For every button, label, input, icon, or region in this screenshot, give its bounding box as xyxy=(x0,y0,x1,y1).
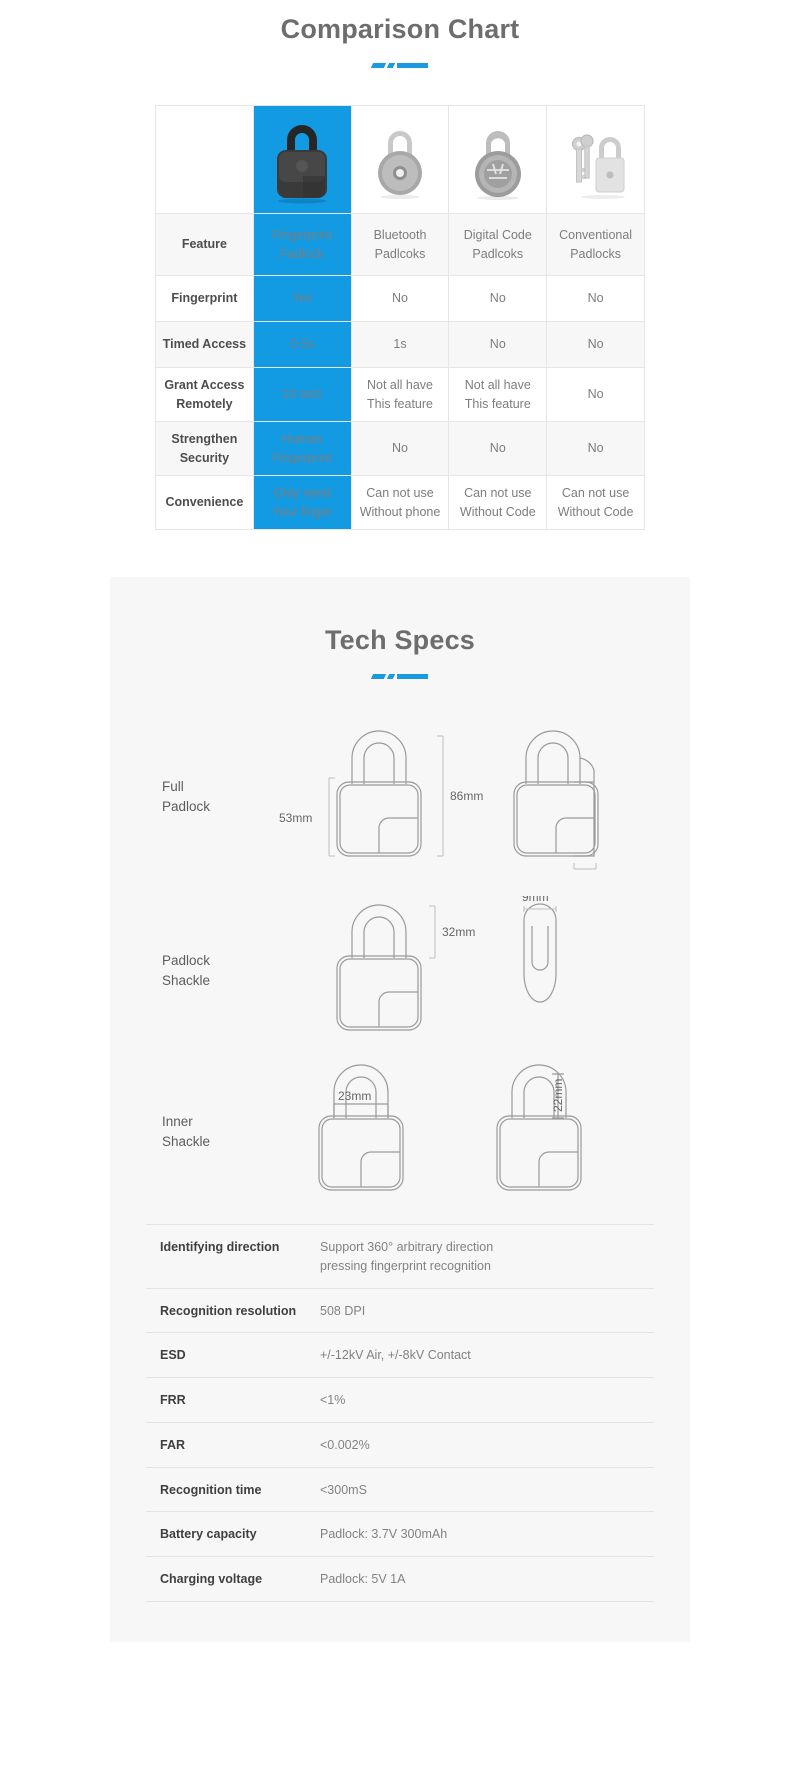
column-header-bluetooth-padlcoks: Bluetooth Padlcoks xyxy=(350,213,450,276)
table-row: Fingerprint Yes No No No xyxy=(155,275,645,322)
spec-value-recognition-time: <300mS xyxy=(320,1482,367,1497)
cell-grant-access-fadlock: 10 sets xyxy=(252,367,352,422)
cell-convenience-conventional: Can not use Without Code xyxy=(546,475,645,530)
comparison-table: Feature Fingerprint Fadlock Bluetooth Pa… xyxy=(155,105,645,530)
column-header-fingerprint-fadlock: Fingerprint Fadlock xyxy=(252,213,352,276)
measure-width-53mm: 53mm xyxy=(279,811,312,825)
column-header-feature: Feature xyxy=(155,213,254,276)
cell-fingerprint-digital: No xyxy=(448,275,548,322)
spec-value-esd: +/-12kV Air, +/-8kV Contact xyxy=(320,1348,471,1363)
list-item: Recognition time <300mS xyxy=(146,1466,654,1512)
cell-fingerprint-bluetooth: No xyxy=(350,275,450,322)
cell-grant-access-conventional: No xyxy=(546,367,645,422)
row-label-strengthen-security: Strengthen Security xyxy=(155,421,254,476)
spec-key-recognition-time: Recognition time xyxy=(160,1482,262,1497)
fingerprint-padlock-icon-cell xyxy=(252,105,352,214)
dimension-padlock-shackle: Padlock Shackle 32mm 9mm xyxy=(110,896,690,1046)
tech-specs-underline-decoration xyxy=(370,673,428,680)
table-row: Grant Access Remotely 10 sets Not all ha… xyxy=(155,367,645,422)
cell-timed-access-digital: No xyxy=(448,321,548,368)
list-item: ESD +/-12kV Air, +/-8kV Contact xyxy=(146,1332,654,1377)
spec-value-battery-capacity: Padlock: 3.7V 300mAh xyxy=(320,1527,448,1542)
full-padlock-diagram: 86mm 53mm xyxy=(279,730,599,870)
dimension-full-padlock: Full Padlock 86mm 53mm xyxy=(110,722,690,872)
comparison-title: Comparison Chart xyxy=(280,14,520,44)
spec-key-far: FAR xyxy=(160,1437,185,1452)
empty-corner-cell xyxy=(155,105,254,214)
spec-key-battery-capacity: Battery capacity xyxy=(160,1527,257,1542)
spec-value-far: <0.002% xyxy=(320,1437,370,1452)
measure-height-86mm: 86mm xyxy=(450,789,483,803)
cell-grant-access-digital: Not all have This feature xyxy=(448,367,548,422)
measure-shackle-diameter-9mm: 9mm xyxy=(522,896,549,904)
cell-convenience-fadlock: Only need Your finger xyxy=(252,475,352,530)
spec-value-recognition-resolution: 508 DPI xyxy=(320,1303,366,1318)
cell-strengthen-security-conventional: No xyxy=(546,421,645,476)
spec-key-identifying-direction: Identifying direction xyxy=(160,1240,280,1254)
cell-strengthen-security-digital: No xyxy=(448,421,548,476)
cell-fingerprint-conventional: No xyxy=(546,275,645,322)
list-item: Battery capacity Padlock: 3.7V 300mAh xyxy=(146,1511,654,1556)
specifications-list: Identifying direction Support 360° arbit… xyxy=(146,1224,654,1602)
inner-shackle-diagram: 23mm 22mm xyxy=(318,1064,582,1191)
spec-key-frr: FRR xyxy=(160,1393,186,1407)
padlock-shackle-diagram: 32mm 9mm xyxy=(336,896,557,1031)
cell-strengthen-security-bluetooth: No xyxy=(350,421,450,476)
table-row: Convenience Only need Your finger Can no… xyxy=(155,475,645,530)
spec-key-esd: ESD xyxy=(160,1348,186,1363)
list-item: Recognition resolution 508 DPI xyxy=(146,1287,654,1333)
tech-specs-section: Tech Specs Full Padlock 86mm 53mm Padloc… xyxy=(110,577,690,1642)
column-header-digital-code-padlcoks: Digital Code Padlcoks xyxy=(448,213,548,276)
row-label-timed-access: Timed Access xyxy=(155,321,254,368)
table-row: Timed Access 0.5s 1s No No xyxy=(155,321,645,368)
list-item: FAR <0.002% xyxy=(146,1421,654,1467)
cell-strengthen-security-fadlock: Human Fingerprint xyxy=(252,421,352,476)
row-label-fingerprint: Fingerprint xyxy=(155,275,254,322)
measure-shackle-height-32mm: 32mm xyxy=(442,925,475,939)
dimension-inner-shackle: Inner Shackle 23mm 22mm xyxy=(110,1062,690,1202)
cell-fingerprint-fadlock: Yes xyxy=(252,275,352,322)
table-row: Strengthen Security Human Fingerprint No… xyxy=(155,421,645,476)
cell-timed-access-conventional: No xyxy=(546,321,645,368)
title-underline-decoration xyxy=(370,62,428,69)
bluetooth-padlock-icon xyxy=(377,130,422,199)
conventional-padlock-keys-icon-cell xyxy=(546,105,645,214)
row-label-convenience: Convenience xyxy=(155,475,254,530)
measure-inner-height-22mm: 22mm xyxy=(551,1079,565,1112)
spec-key-charging-voltage: Charging voltage xyxy=(160,1572,263,1586)
comparison-chart-section: Comparison Chart Feature Fingerprint Fad… xyxy=(0,0,800,530)
measure-inner-width-23mm: 23mm xyxy=(338,1089,371,1103)
spec-value-identifying-direction: Support 360° arbitrary direction pressin… xyxy=(320,1240,494,1273)
dimension-label-padlock-shackle: Padlock Shackle xyxy=(162,952,211,988)
spec-value-frr: <1% xyxy=(320,1393,346,1407)
list-item: Identifying direction Support 360° arbit… xyxy=(146,1224,654,1288)
row-label-grant-access-remotely: Grant Access Remotely xyxy=(155,367,254,422)
list-item: Charging voltage Padlock: 5V 1A xyxy=(146,1556,654,1602)
dimension-label-full-padlock: Full Padlock xyxy=(162,778,211,814)
spec-value-charging-voltage: Padlock: 5V 1A xyxy=(320,1572,406,1586)
comparison-header-row: Feature Fingerprint Fadlock Bluetooth Pa… xyxy=(155,213,645,276)
cell-timed-access-fadlock: 0.5s xyxy=(252,321,352,368)
cell-timed-access-bluetooth: 1s xyxy=(350,321,450,368)
digital-code-padlock-icon-cell xyxy=(448,105,548,214)
column-header-conventional-padlocks: Conventional Padlocks xyxy=(546,213,645,276)
digital-code-padlock-icon xyxy=(474,130,521,200)
cell-convenience-bluetooth: Can not use Without phone xyxy=(350,475,450,530)
cell-grant-access-bluetooth: Not all have This feature xyxy=(350,367,450,422)
tech-specs-title: Tech Specs xyxy=(324,625,476,655)
fingerprint-padlock-icon xyxy=(277,124,328,203)
conventional-padlock-keys-icon xyxy=(571,133,625,199)
cell-convenience-digital: Can not use Without Code xyxy=(448,475,548,530)
spec-key-recognition-resolution: Recognition resolution xyxy=(160,1303,297,1318)
comparison-icon-row xyxy=(155,105,645,214)
list-item: FRR <1% xyxy=(146,1377,654,1422)
bluetooth-padlock-icon-cell xyxy=(350,105,450,214)
dimension-label-inner-shackle: Inner Shackle xyxy=(162,1113,211,1149)
